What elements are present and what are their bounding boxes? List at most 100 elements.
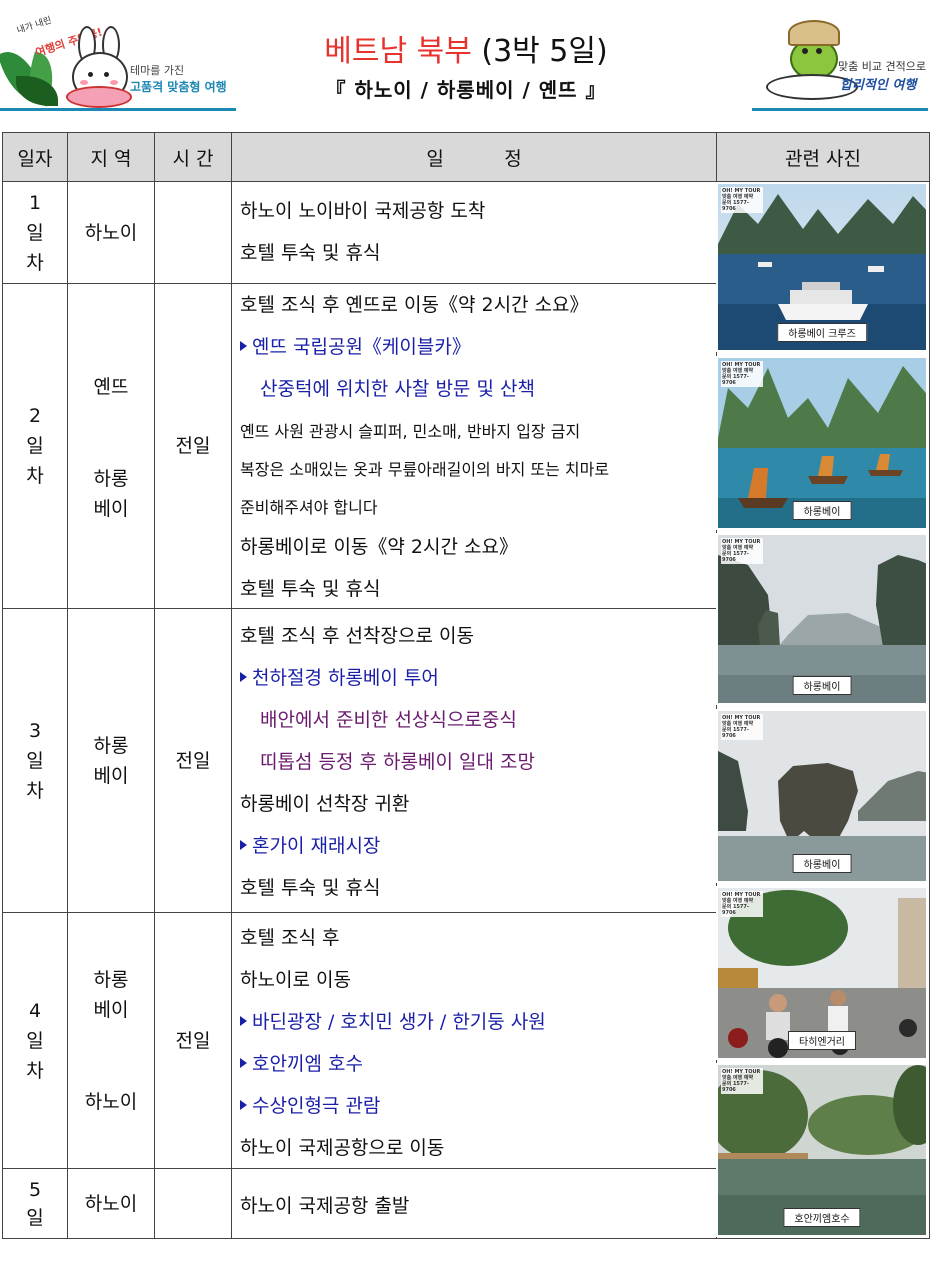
photo-brand-logo: OH! MY TOUR 맞춤 여행 예약 문의 1577-9706 [721, 361, 763, 387]
schedule-line: 호텔 조식 후 [240, 927, 340, 949]
photo-caption: 호안끼엠호수 [783, 1208, 861, 1227]
triangle-bullet-icon [240, 340, 247, 351]
right-logo-line-1: 맞춤 비교 견적으로 [838, 60, 926, 73]
day-number: 5 [28, 1179, 42, 1201]
schedule-cell-5: 하노이 국제공항 출발 [232, 1169, 717, 1239]
schedule-cell-3: 호텔 조식 후 선착장으로 이동 천하절경 하롱베이 투어 배안에서 준비한 선… [232, 609, 717, 913]
schedule-line: 호텔 투숙 및 휴식 [240, 578, 381, 600]
schedule-line-highlight: 바딘광장 / 호치민 생가 / 한기둥 사원 [240, 1007, 546, 1034]
photo-halong-junks: OH! MY TOUR 맞춤 여행 예약 문의 1577-9706 하롱베이 [716, 356, 928, 530]
region-name: 베이 [93, 498, 129, 520]
photo-halong-cruise: OH! MY TOUR 맞춤 여행 예약 문의 1577-9706 하롱베이 크루즈 [716, 182, 928, 352]
day-label: 일 [26, 435, 44, 457]
region-name: 하노이 [84, 221, 138, 244]
schedule-cell-2: 호텔 조식 후 옌뜨로 이동《약 2시간 소요》 옌뜨 국립공원《케이블카》 산… [232, 284, 717, 609]
schedule-line: 호텔 투숙 및 휴식 [240, 877, 381, 899]
region-name: 베이 [93, 999, 129, 1021]
day-cell-5: 5 일 [3, 1169, 68, 1239]
day-label: 일 [26, 221, 44, 244]
photo-brand-logo: OH! MY TOUR 맞춤 여행 예약 문의 1577-9706 [721, 538, 763, 564]
schedule-note: 준비해주셔야 합니다 [240, 498, 378, 517]
triangle-bullet-icon [240, 1099, 247, 1110]
right-logo-underline [752, 108, 928, 111]
day-cell-1: 1 일 차 [3, 182, 68, 284]
region-name: 베이 [93, 764, 129, 787]
right-brand-logo: 맞춤 비교 견적으로 합리적인 여행 [752, 18, 932, 111]
time-cell-2: 전일 [155, 284, 232, 609]
region-name: 하노이 [84, 1193, 138, 1215]
schedule-line: 호텔 조식 후 옌뜨로 이동《약 2시간 소요》 [240, 294, 589, 316]
schedule-cell-1: 하노이 노이바이 국제공항 도착 호텔 투숙 및 휴식 [232, 182, 717, 284]
photo-caption: 하롱베이 [792, 501, 852, 520]
schedule-line: 하노이 국제공항 출발 [240, 1195, 410, 1217]
day-number: 1 [28, 191, 42, 214]
day-number: 3 [28, 719, 42, 742]
time-cell-1 [155, 182, 232, 284]
schedule-line: 하노이 노이바이 국제공항 도착 [240, 200, 486, 222]
time-cell-3: 전일 [155, 609, 232, 913]
time-cell-4: 전일 [155, 913, 232, 1169]
column-header-time: 시 간 [155, 133, 232, 182]
region-cell-4: 하롱 베이 하노이 [68, 913, 155, 1169]
schedule-cell-4: 호텔 조식 후 하노이로 이동 바딘광장 / 호치민 생가 / 한기둥 사원 호… [232, 913, 717, 1169]
photo-hoan-kiem-lake: OH! MY TOUR 맞춤 여행 예약 문의 1577-9706 호안끼엠호수 [716, 1063, 928, 1237]
day-cell-3: 3 일 차 [3, 609, 68, 913]
schedule-line-highlight: 옌뜨 국립공원《케이블카》 [240, 332, 471, 359]
schedule-line-meal: 배안에서 준비한 선상식으로중식 [260, 709, 517, 731]
schedule-line-highlight: 천하절경 하롱베이 투어 [240, 663, 439, 690]
day-label: 일 [26, 749, 44, 772]
region-name: 하롱 [93, 969, 129, 991]
column-header-day: 일자 [3, 133, 68, 182]
region-name: 하롱 [93, 468, 129, 490]
title-duration: (3박 5일) [481, 34, 608, 69]
page-header: 내가 내린 여행의 주인공! 테마를 가진 고품격 맞춤형 여행 베트남 북부 … [0, 0, 932, 118]
photo-caption: 타히엔거리 [788, 1031, 856, 1050]
schedule-line-highlight: 산중턱에 위치한 사찰 방문 및 산책 [260, 378, 535, 400]
schedule-line: 하노이로 이동 [240, 969, 351, 991]
region-cell-5: 하노이 [68, 1169, 155, 1239]
region-cell-1: 하노이 [68, 182, 155, 284]
photo-brand-logo: OH! MY TOUR 맞춤 여행 예약 문의 1577-9706 [721, 187, 763, 213]
photo-halong-karst: OH! MY TOUR 맞춤 여행 예약 문의 1577-9706 하롱베이 [716, 533, 928, 705]
day-suffix: 차 [26, 465, 44, 487]
photo-brand-logo: OH! MY TOUR 맞춤 여행 예약 문의 1577-9706 [721, 714, 763, 740]
schedule-line-meal: 띠톱섬 등정 후 하롱베이 일대 조망 [260, 751, 535, 773]
schedule-note: 복장은 소매있는 옷과 무릎아래길이의 바지 또는 치마로 [240, 460, 610, 479]
day-suffix: 차 [26, 1059, 44, 1082]
day-label: 일 [26, 1207, 44, 1229]
column-header-photos: 관련 사진 [717, 133, 929, 182]
schedule-line: 하롱베이로 이동《약 2시간 소요》 [240, 536, 518, 558]
day-number: 4 [28, 999, 42, 1022]
region-cell-2: 옌뜨 하롱 베이 [68, 284, 155, 609]
photo-caption: 하롱베이 [792, 854, 852, 873]
column-header-region: 지 역 [68, 133, 155, 182]
photo-brand-logo: OH! MY TOUR 맞춤 여행 예약 문의 1577-9706 [721, 1068, 763, 1094]
triangle-bullet-icon [240, 1015, 247, 1026]
schedule-note: 옌뜨 사원 관광시 슬피퍼, 민소매, 반바지 입장 금지 [240, 422, 581, 441]
region-cell-3: 하롱 베이 [68, 609, 155, 913]
region-name: 옌뜨 [93, 376, 129, 398]
schedule-line-highlight: 수상인형극 관람 [240, 1091, 380, 1118]
day-number: 2 [28, 405, 42, 427]
day-suffix: 차 [26, 251, 44, 274]
time-cell-5 [155, 1169, 232, 1239]
day-cell-2: 2 일 차 [3, 284, 68, 609]
schedule-line-highlight: 호안끼엠 호수 [240, 1049, 363, 1076]
photo-caption: 하롱베이 [792, 676, 852, 695]
region-name: 하노이 [84, 1091, 138, 1113]
schedule-line: 호텔 투숙 및 휴식 [240, 242, 381, 264]
day-label: 일 [26, 1029, 44, 1052]
title-destination: 베트남 북부 [324, 34, 472, 69]
triangle-bullet-icon [240, 671, 247, 682]
photo-hanoi-street: OH! MY TOUR 맞춤 여행 예약 문의 1577-9706 타히엔거리 [716, 886, 928, 1060]
day-suffix: 차 [26, 779, 44, 802]
schedule-line: 하노이 국제공항으로 이동 [240, 1137, 445, 1159]
triangle-bullet-icon [240, 839, 247, 850]
day-cell-4: 4 일 차 [3, 913, 68, 1169]
region-name: 하롱 [93, 734, 129, 757]
right-logo-line-2: 합리적인 여행 [840, 78, 917, 93]
logo-underline [0, 108, 236, 111]
photo-caption: 하롱베이 크루즈 [777, 323, 867, 342]
triangle-bullet-icon [240, 1057, 247, 1068]
column-header-schedule: 일 정 [232, 133, 717, 182]
